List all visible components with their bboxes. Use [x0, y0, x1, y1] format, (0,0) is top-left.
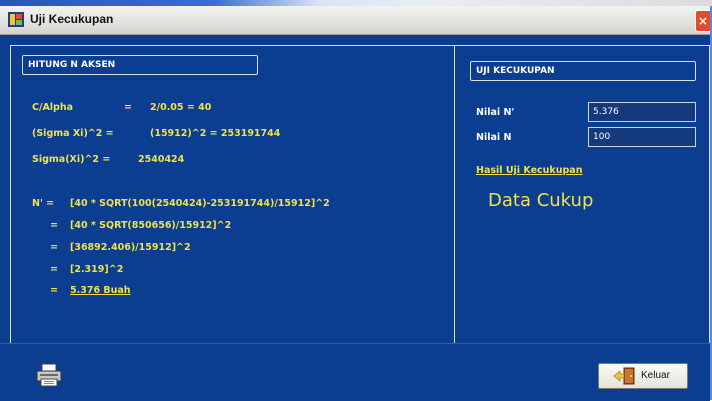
- hitung-n-aksen-panel: [10, 45, 454, 348]
- close-button[interactable]: ×: [695, 10, 710, 32]
- close-icon: ×: [697, 14, 709, 28]
- c-alpha-eq: =: [124, 102, 132, 113]
- formula-line-2: [40 * SQRT(850656)/15912]^2: [70, 220, 232, 231]
- formula-line-1: [40 * SQRT(100(2540424)-253191744)/15912…: [70, 198, 330, 209]
- hasil-uji-kecukupan-link[interactable]: Hasil Uji Kecukupan: [476, 165, 582, 176]
- nilai-n-field[interactable]: [588, 127, 696, 147]
- formula-eq-4: =: [50, 264, 58, 275]
- c-alpha-label: C/Alpha: [32, 102, 74, 113]
- uji-kecukupan-window: Uji Kecukupan × HITUNG N AKSEN C/Alpha =…: [0, 6, 712, 401]
- n-aksen-result: 5.376 Buah: [70, 285, 131, 296]
- uji-kecukupan-header: UJI KECUKUPAN: [470, 61, 696, 81]
- nilai-n-aksen-label: Nilai N': [476, 107, 515, 118]
- sigma-xi-squared-label: (Sigma Xi)^2 =: [32, 128, 114, 139]
- exit-door-icon: [613, 367, 635, 385]
- nilai-n-label: Nilai N: [476, 132, 512, 143]
- c-alpha-value: 2/0.05 = 40: [150, 102, 212, 113]
- formula-eq-5: =: [50, 285, 58, 296]
- sigma-xi2-label: Sigma(Xi)^2 =: [32, 154, 111, 165]
- title-bar[interactable]: Uji Kecukupan ×: [0, 6, 710, 35]
- hasil-uji-value: Data Cukup: [488, 190, 594, 211]
- hitung-n-aksen-header: HITUNG N AKSEN: [22, 55, 258, 75]
- printer-icon[interactable]: [36, 363, 62, 387]
- n-aksen-prefix: N' =: [32, 198, 55, 209]
- formula-line-3: [36892.406)/15912]^2: [70, 242, 191, 253]
- sigma-xi2-value: 2540424: [138, 154, 185, 165]
- nilai-n-aksen-field[interactable]: [588, 102, 696, 122]
- formula-line-4: [2.319]^2: [70, 264, 124, 275]
- formula-eq-3: =: [50, 242, 58, 253]
- formula-eq-2: =: [50, 220, 58, 231]
- sigma-xi-squared-value: (15912)^2 = 253191744: [150, 128, 281, 139]
- keluar-label: Keluar: [641, 370, 670, 381]
- app-icon: [8, 12, 24, 27]
- window-title: Uji Kecukupan: [30, 12, 114, 26]
- keluar-button[interactable]: Keluar: [598, 363, 688, 389]
